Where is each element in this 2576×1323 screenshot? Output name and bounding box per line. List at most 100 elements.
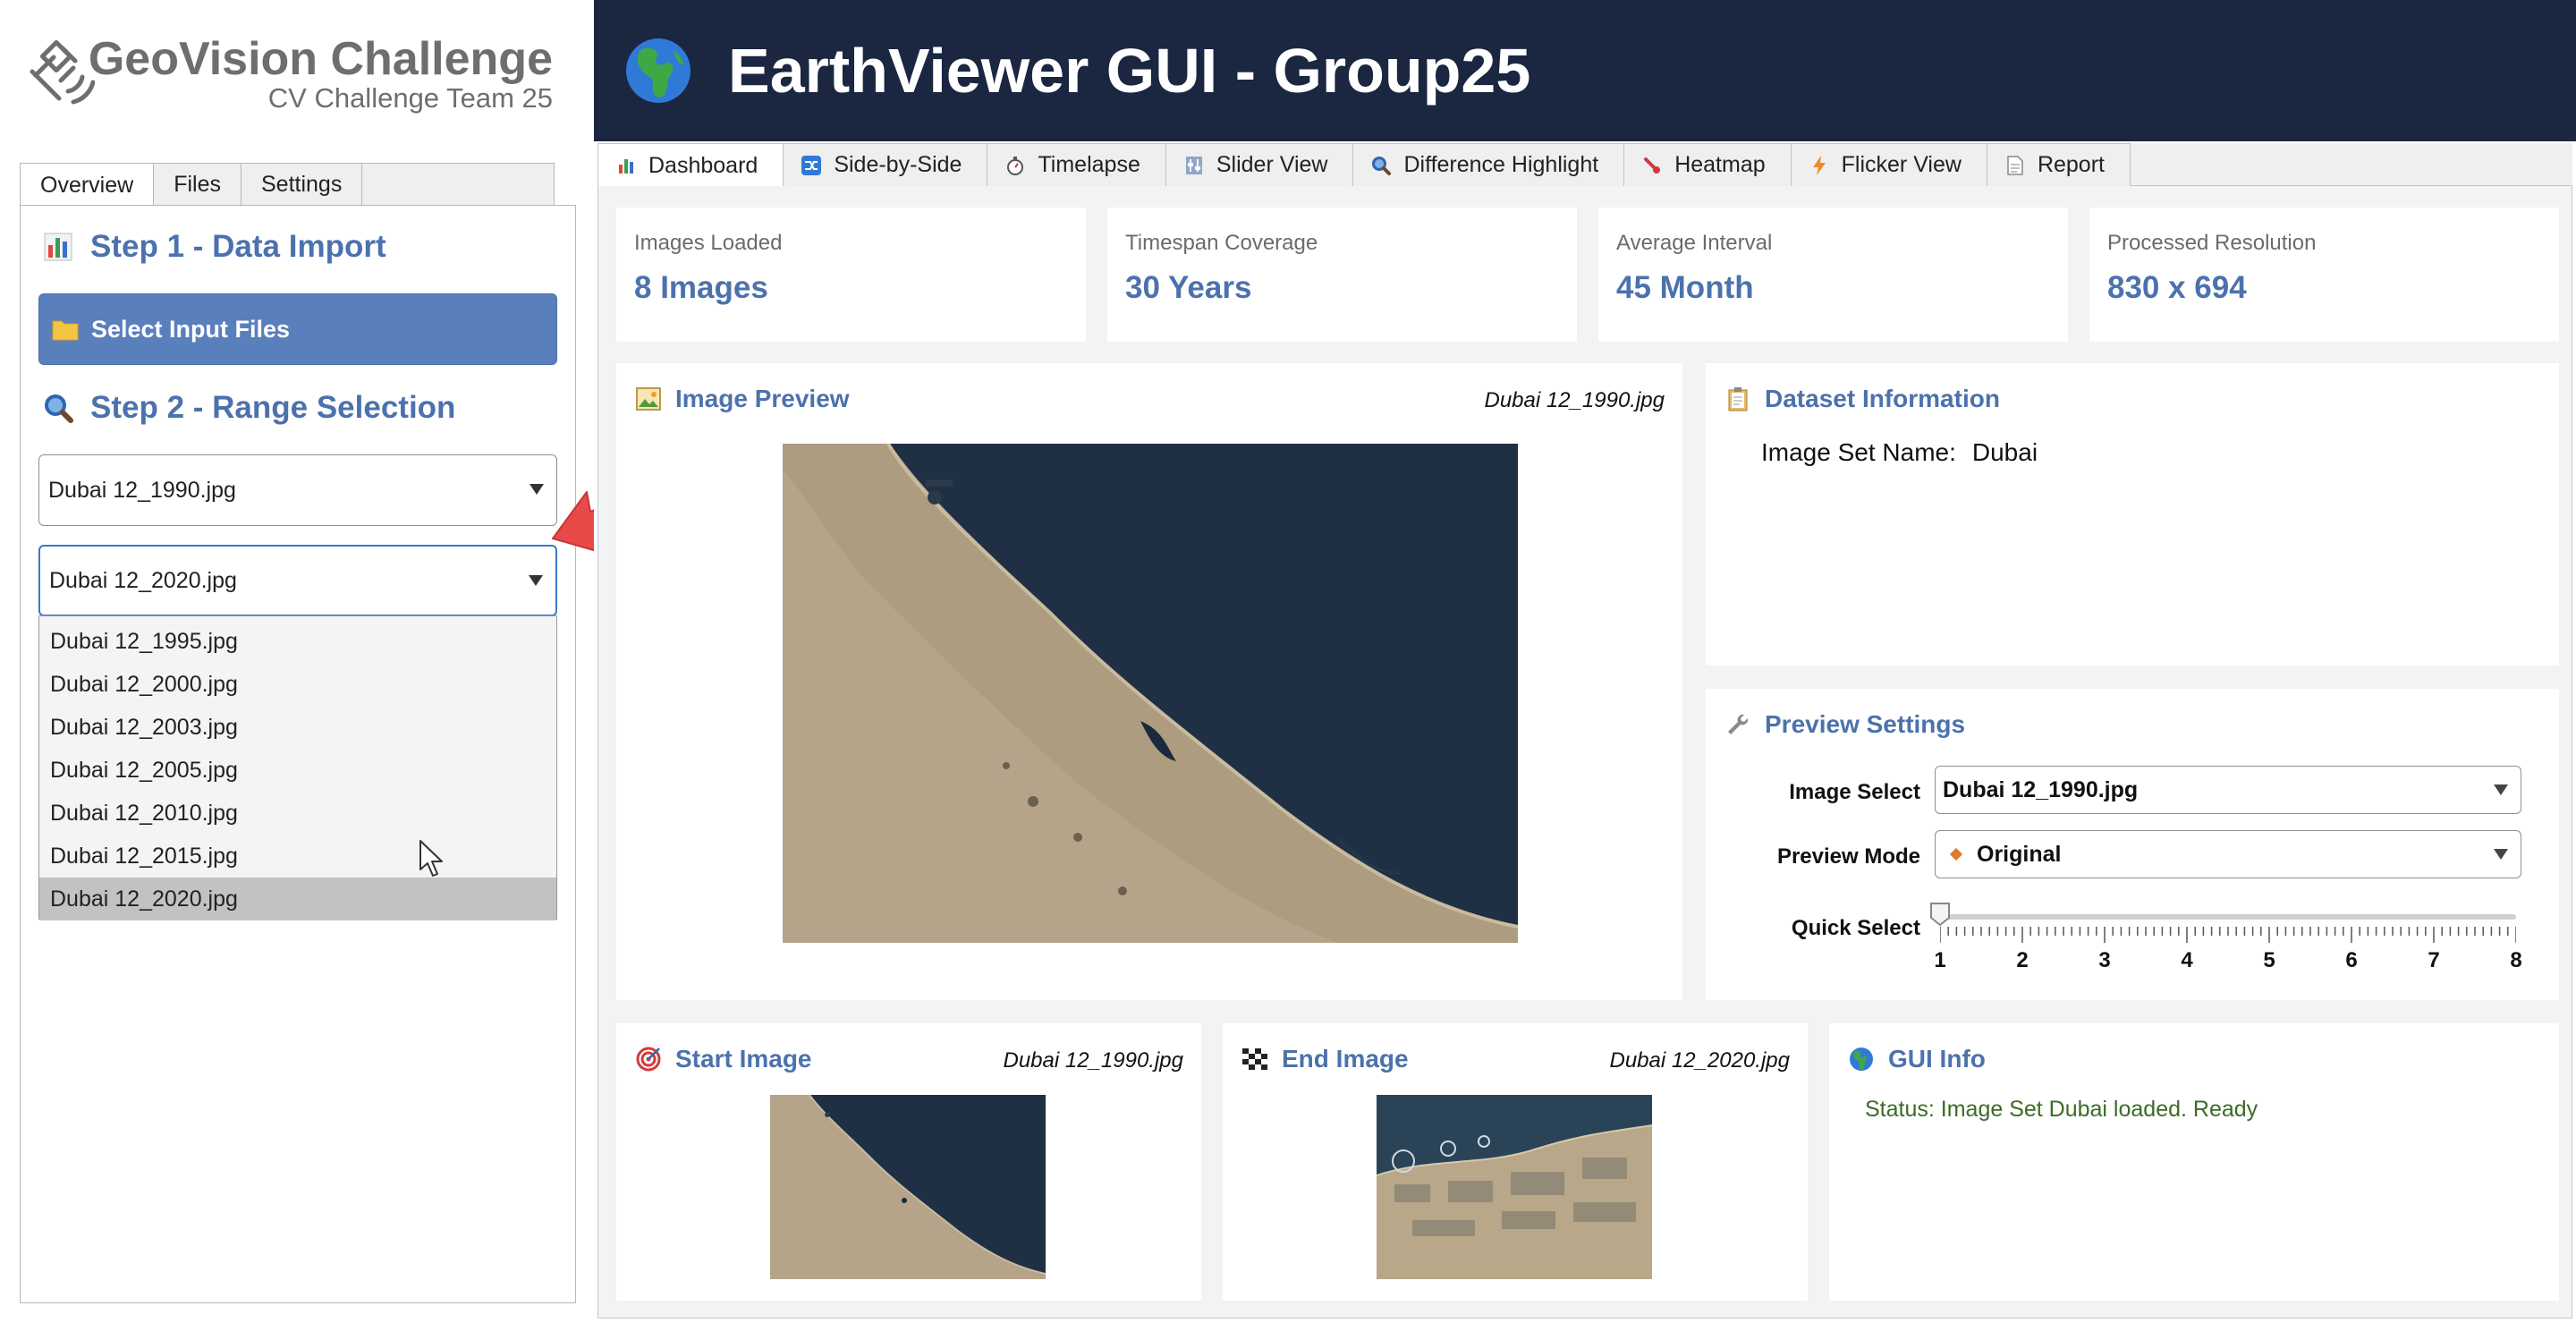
tab-dashboard[interactable]: Dashboard [597,143,784,187]
status-message: Status: Image Set Dubai loaded. Ready [1865,1097,2258,1122]
tab-heatmap-label: Heatmap [1674,152,1766,177]
logo: GeoVision Challenge CV Challenge Team 25 [23,32,578,114]
start-image-select[interactable]: Dubai 12_1990.jpg [38,454,557,526]
stat-card-images-loaded: Images Loaded 8 Images [616,208,1086,342]
slider-tick-label: 1 [1934,948,1946,972]
slider-tick-label: 6 [2345,948,2358,972]
slider-icon [1184,156,1204,175]
dashboard-content: Images Loaded 8 Images Timespan Coverage… [597,186,2572,1319]
dropdown-option[interactable]: Dubai 12_2015.jpg [39,835,556,878]
quick-select-slider-track[interactable] [1940,914,2516,920]
end-image-title: End Image [1282,1045,1409,1073]
stat-value: 8 Images [634,270,768,305]
tab-flicker-view[interactable]: Flicker View [1790,143,1987,186]
dropdown-option-highlighted[interactable]: Dubai 12_2020.jpg [39,878,556,920]
mouse-cursor-icon [419,840,443,877]
start-image-heading: Start Image [636,1045,812,1073]
tab-settings[interactable]: Settings [240,163,363,206]
tab-side-by-side[interactable]: Side-by-Side [783,143,988,186]
tab-overview[interactable]: Overview [20,163,155,207]
image-preview-card: Image Preview Dubai 12_1990.jpg [616,363,1682,1000]
dataset-information-title: Dataset Information [1765,385,2000,412]
gui-info-heading: GUI Info [1849,1045,1986,1073]
stopwatch-icon [1005,156,1025,175]
stat-card-resolution: Processed Resolution 830 x 694 [2089,208,2559,342]
left-tab-bar: Overview Files Settings [20,163,555,207]
dropdown-option[interactable]: Dubai 12_1995.jpg [39,620,556,663]
header-title: EarthViewer GUI - Group25 [728,36,1531,106]
step2-title: Step 2 - Range Selection [90,390,456,425]
overview-panel: Step 1 - Data Import Select Input Files … [20,205,576,1303]
select-input-files-label: Select Input Files [91,315,291,343]
start-image-value: Dubai 12_1990.jpg [48,477,236,503]
image-select-dropdown[interactable]: Dubai 12_1990.jpg [1935,766,2521,814]
image-set-name: Image Set Name: Dubai [1761,438,2038,467]
app-subtitle: CV Challenge Team 25 [267,82,553,114]
tab-timelapse[interactable]: Timelapse [987,143,1166,186]
preview-mode-dropdown[interactable]: Original [1935,830,2521,878]
dropdown-option[interactable]: Dubai 12_2003.jpg [39,706,556,749]
picture-icon [636,386,661,411]
dropdown-option[interactable]: Dubai 12_2000.jpg [39,663,556,706]
tab-files[interactable]: Files [153,163,242,206]
slider-tick-label: 2 [2016,948,2029,972]
preview-settings-title: Preview Settings [1765,710,1966,738]
quick-select-ticks [1940,927,2516,943]
preview-settings-card: Preview Settings Image Select Dubai 12_1… [1706,689,2559,1000]
chevron-down-icon [2494,784,2508,795]
stat-value: 30 Years [1125,270,1252,305]
checkered-flag-icon [1242,1047,1267,1072]
step2-heading: Step 2 - Range Selection [42,390,455,426]
satellite-image-preview [783,444,1518,943]
left-panel: GeoVision Challenge CV Challenge Team 25… [0,0,654,1323]
select-input-files-button[interactable]: Select Input Files [38,293,557,365]
preview-mode-label: Preview Mode [1776,844,1920,869]
main-tab-bar: Dashboard Side-by-Side Timelapse Slider … [597,143,2572,187]
wrench-icon [1725,712,1750,737]
magnifier-icon [1371,156,1392,175]
stat-value: 830 x 694 [2107,270,2247,305]
dropdown-option[interactable]: Dubai 12_2005.jpg [39,749,556,792]
app-header: EarthViewer GUI - Group25 [594,0,2576,141]
magnifier-icon [42,392,74,424]
clipboard-icon [1725,386,1750,411]
tab-dashboard-label: Dashboard [648,152,758,178]
tab-report[interactable]: Report [1986,143,2131,186]
stat-label: Images Loaded [634,231,783,255]
image-preview-filename: Dubai 12_1990.jpg [1484,388,1665,412]
tab-difference-highlight[interactable]: Difference Highlight [1352,143,1625,186]
chevron-down-icon [529,575,543,586]
stat-label: Timespan Coverage [1125,231,1318,255]
dataset-information-heading: Dataset Information [1725,385,2000,413]
diamond-icon [1949,847,1963,861]
dataset-information-card: Dataset Information Image Set Name: Dubai [1706,363,2559,666]
slider-tick-label: 3 [2098,948,2111,972]
target-icon [636,1047,661,1072]
end-image-select[interactable]: Dubai 12_2020.jpg [38,545,557,616]
start-image-card: Start Image Dubai 12_1990.jpg [616,1023,1201,1301]
image-select-value: Dubai 12_1990.jpg [1943,776,2139,802]
gui-info-title: GUI Info [1888,1045,1986,1073]
bar-chart-icon [42,231,74,263]
tab-bar-filler [361,163,555,206]
thermometer-icon [1642,156,1662,175]
tab-slider-view[interactable]: Slider View [1165,143,1354,186]
slider-tick-label: 5 [2263,948,2275,972]
stat-card-timespan: Timespan Coverage 30 Years [1107,208,1577,342]
chevron-down-icon [530,484,544,495]
image-select-label: Image Select [1789,780,1920,804]
dropdown-option[interactable]: Dubai 12_2010.jpg [39,792,556,835]
chevron-down-icon [2494,849,2508,860]
quick-select-slider-handle[interactable] [1929,902,1951,927]
tab-timelapse-label: Timelapse [1038,152,1140,177]
image-set-name-value: Dubai [1971,438,2038,466]
quick-select-label: Quick Select [1791,916,1920,940]
slider-tick-label: 8 [2510,948,2522,972]
tab-heatmap[interactable]: Heatmap [1623,143,1792,186]
start-image-title: Start Image [675,1045,812,1073]
start-image-thumbnail [770,1095,1046,1279]
shuffle-icon [801,155,822,175]
slider-tick-label: 7 [2428,948,2440,972]
start-image-filename: Dubai 12_1990.jpg [1003,1048,1183,1073]
stat-value: 45 Month [1616,270,1754,305]
